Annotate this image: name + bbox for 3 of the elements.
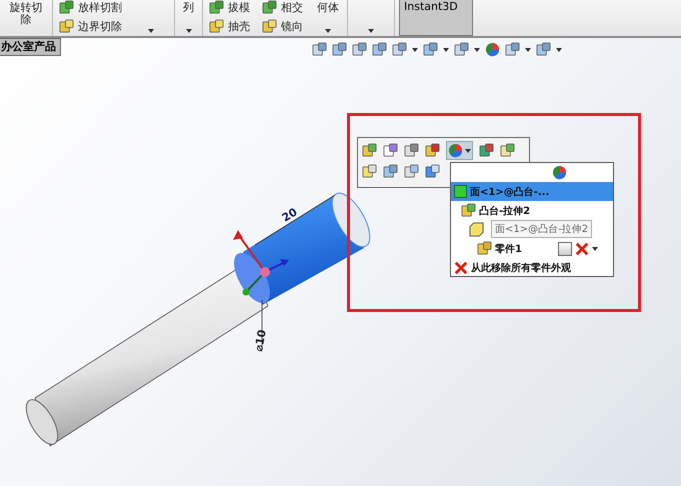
dimension-label: ⌀10 [252, 328, 269, 353]
tooltip: 面<1>@凸台-拉伸2 [491, 220, 592, 238]
dimension-label: 20 [280, 205, 300, 225]
